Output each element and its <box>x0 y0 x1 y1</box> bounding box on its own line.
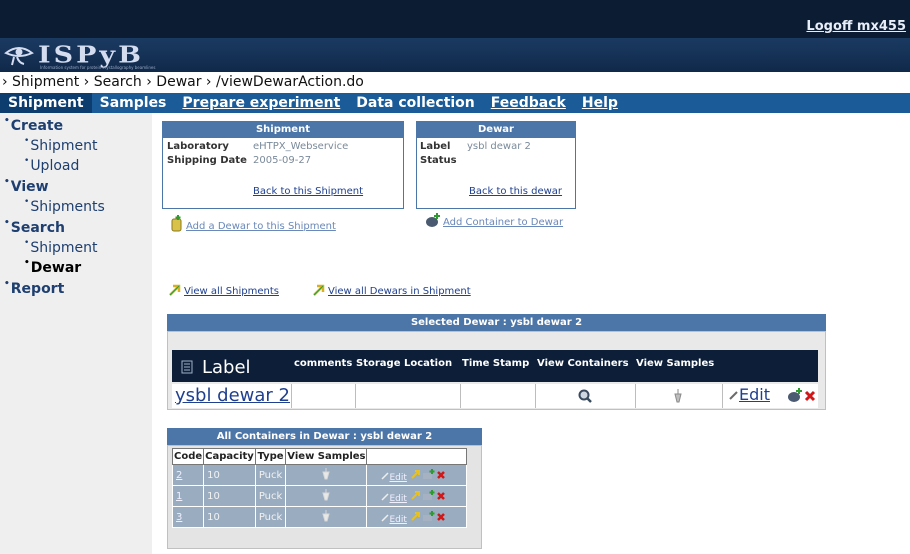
sidebar-create-upload[interactable]: •Upload <box>24 156 79 174</box>
col-type: Type <box>254 448 287 465</box>
move-container-icon[interactable] <box>410 510 422 522</box>
delete-icon[interactable] <box>804 390 816 402</box>
edit-container-link[interactable]: Edit <box>389 473 406 483</box>
view-samples-icon[interactable] <box>321 467 331 481</box>
laboratory-label: Laboratory <box>167 141 229 152</box>
view-samples-icon[interactable] <box>321 488 331 502</box>
dewar-timestamp-cell <box>461 384 536 408</box>
view-samples-icon[interactable] <box>321 509 331 523</box>
eye-of-horus-icon <box>4 47 34 66</box>
shipping-date-label: Shipping Date <box>167 155 247 166</box>
add-container-icon[interactable] <box>787 387 803 403</box>
shipping-date-value: 2005-09-27 <box>253 155 312 166</box>
col-code: Code <box>171 448 205 465</box>
sidebar-search[interactable]: •Search <box>4 218 65 236</box>
add-container-icon <box>426 213 440 227</box>
edit-container-link[interactable]: Edit <box>389 494 406 504</box>
column-view-samples: View Samples <box>636 358 715 369</box>
sidebar-create-shipment[interactable]: •Shipment <box>24 136 97 154</box>
col-view-samples: View Samples <box>285 448 368 465</box>
container-type: Puck <box>254 506 287 528</box>
arrow-up-right-icon <box>313 284 325 296</box>
menu-feedback[interactable]: Feedback <box>483 93 574 113</box>
selected-dewar-header: Label comments Storage Location Time Sta… <box>172 350 818 382</box>
sidebar-search-shipment[interactable]: •Shipment <box>24 238 97 256</box>
dewar-status-label: Status <box>420 155 457 166</box>
table-row: 2 10 Puck Edit <box>171 464 468 486</box>
add-container-link[interactable]: Add Container to Dewar <box>425 212 563 228</box>
add-sample-icon[interactable] <box>422 468 436 480</box>
shipment-info-box: Shipment Laboratory eHTPX_Webservice Shi… <box>162 121 404 209</box>
add-sample-icon[interactable] <box>422 510 436 522</box>
add-sample-icon[interactable] <box>422 489 436 501</box>
container-code-link[interactable]: 3 <box>176 512 182 523</box>
dewar-storage-cell <box>356 384 461 408</box>
column-time-stamp: Time Stamp <box>462 358 530 369</box>
container-code-link[interactable]: 1 <box>176 491 182 502</box>
logo-tagline: Information system for protein crystallo… <box>40 65 156 70</box>
column-view-containers: View Containers <box>537 358 629 369</box>
add-dewar-icon <box>171 215 182 232</box>
add-dewar-link[interactable]: Add a Dewar to this Shipment <box>170 214 336 232</box>
containers-title: All Containers in Dewar : ysbl dewar 2 <box>167 428 482 445</box>
view-all-dewars-link[interactable]: View all Dewars in Shipment <box>312 283 471 297</box>
table-row: 1 10 Puck Edit <box>171 485 468 507</box>
move-container-icon[interactable] <box>410 489 422 501</box>
delete-icon[interactable] <box>436 470 446 480</box>
menu-samples[interactable]: Samples <box>92 93 175 113</box>
column-label[interactable]: Label <box>202 357 251 378</box>
selected-dewar-row: ysbl dewar 2 Edit <box>172 384 818 408</box>
view-all-shipments-link[interactable]: View all Shipments <box>168 283 279 297</box>
view-samples-icon[interactable] <box>672 388 684 404</box>
logoff-link[interactable]: Logoff mx455 <box>806 19 906 34</box>
dewar-label-value: ysbl dewar 2 <box>467 141 531 152</box>
container-type: Puck <box>254 485 287 507</box>
view-containers-icon[interactable] <box>578 389 592 403</box>
shipment-box-title: Shipment <box>163 122 403 138</box>
top-bar: Logoff mx455 <box>0 0 910 38</box>
column-storage-location: Storage Location <box>356 358 453 369</box>
sidebar-search-dewar[interactable]: •Dewar <box>24 258 81 276</box>
logo-bar: ISPyB Information system for protein cry… <box>0 38 910 72</box>
dewar-name-link[interactable]: ysbl dewar 2 <box>175 384 290 408</box>
delete-icon[interactable] <box>436 512 446 522</box>
dewar-info-box: Dewar Label ysbl dewar 2 Status Back to … <box>416 121 576 209</box>
sidebar-view[interactable]: •View <box>4 177 49 195</box>
breadcrumb: › Shipment › Search › Dewar › /viewDewar… <box>0 72 910 92</box>
menu-help[interactable]: Help <box>574 93 626 113</box>
sidebar: •Create •Shipment •Upload •View •Shipmen… <box>0 113 152 554</box>
containers-table: Code Capacity Type View Samples 2 10 Puck E… <box>171 448 468 528</box>
sidebar-view-shipments[interactable]: •Shipments <box>24 197 105 215</box>
container-capacity: 10 <box>203 506 256 528</box>
sidebar-report[interactable]: •Report <box>4 279 64 297</box>
container-capacity: 10 <box>203 485 256 507</box>
back-to-dewar-link[interactable]: Back to this dewar <box>469 186 562 197</box>
container-type: Puck <box>254 464 287 486</box>
dewar-comments-cell <box>292 384 356 408</box>
delete-icon[interactable] <box>436 491 446 501</box>
sidebar-create[interactable]: •Create <box>4 116 63 134</box>
selected-dewar-title: Selected Dewar : ysbl dewar 2 <box>167 314 826 331</box>
container-capacity: 10 <box>203 464 256 486</box>
dewar-box-title: Dewar <box>417 122 575 138</box>
laboratory-value: eHTPX_Webservice <box>253 141 349 152</box>
back-to-shipment-link[interactable]: Back to this Shipment <box>253 186 363 197</box>
move-container-icon[interactable] <box>410 468 422 480</box>
main-menu: Shipment Samples Prepare experiment Data… <box>0 93 910 113</box>
menu-data-collection[interactable]: Data collection <box>348 93 482 113</box>
arrow-up-right-icon <box>169 284 181 296</box>
table-row: 3 10 Puck Edit <box>171 506 468 528</box>
menu-shipment[interactable]: Shipment <box>0 93 92 113</box>
menu-prepare-experiment[interactable]: Prepare experiment <box>174 93 348 113</box>
edit-dewar-link[interactable]: Edit <box>739 385 770 404</box>
pencil-icon <box>729 391 738 400</box>
edit-container-link[interactable]: Edit <box>389 515 406 525</box>
table-icon <box>181 360 193 374</box>
col-capacity: Capacity <box>203 448 256 465</box>
container-code-link[interactable]: 2 <box>176 470 182 481</box>
dewar-label-label: Label <box>420 141 451 152</box>
column-comments: comments <box>294 358 353 369</box>
